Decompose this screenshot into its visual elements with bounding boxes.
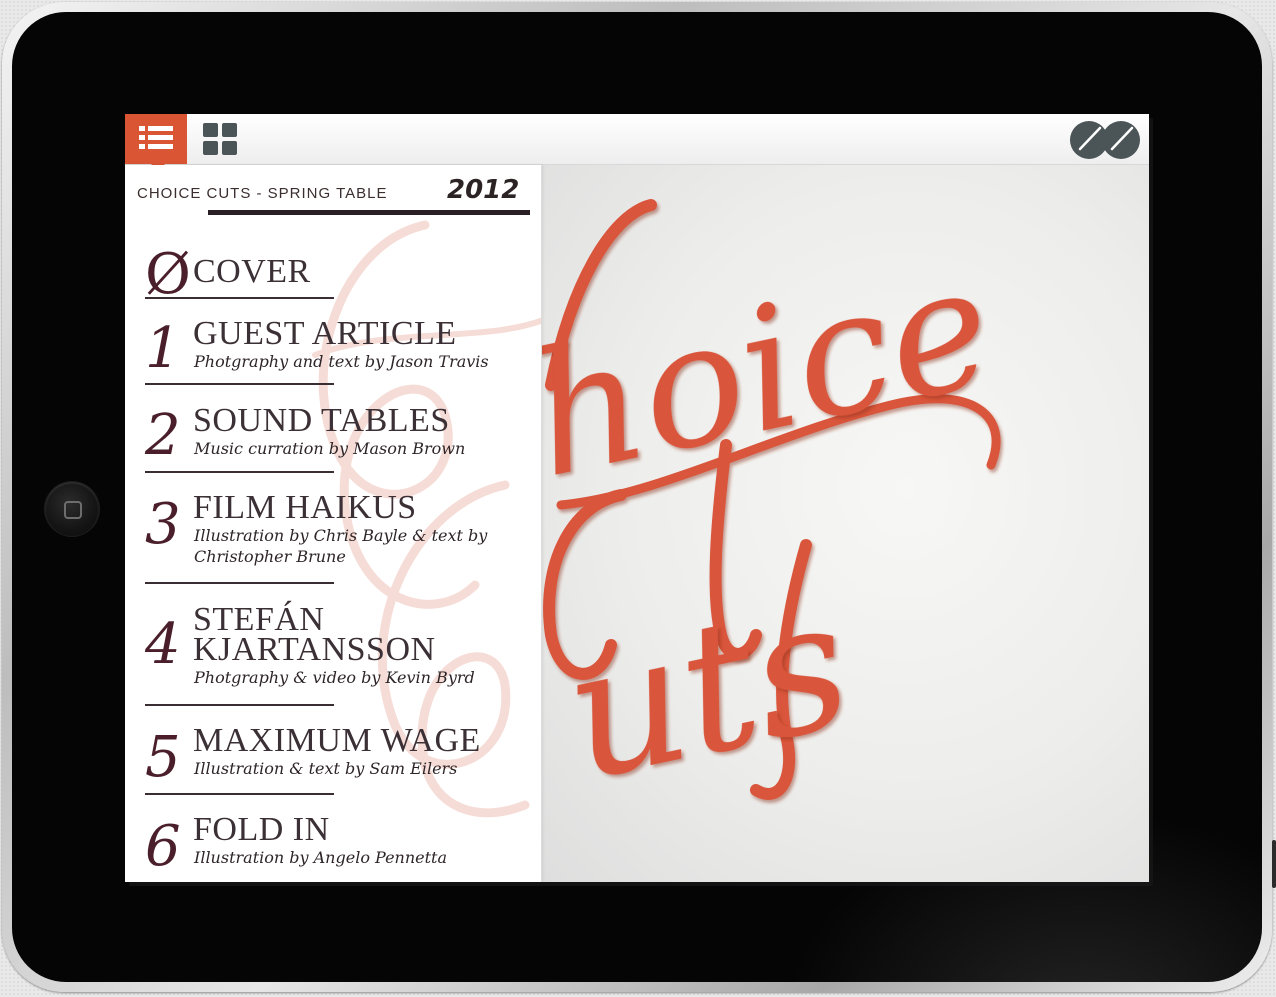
toc-subtitle: Photgraphy and text by Jason Travis xyxy=(194,352,489,371)
issue-title: CHOICE CUTS - SPRING TABLE xyxy=(137,185,388,202)
toc-subtitle: Illustration & text by Sam Eilers xyxy=(194,759,458,778)
toc-divider xyxy=(145,793,334,795)
toc-divider xyxy=(145,471,334,473)
toc-subtitle: Illustration by Angelo Pennetta xyxy=(194,848,448,867)
toc-title: SOUND TABLES xyxy=(193,402,450,439)
toc-number: 5 xyxy=(145,725,181,790)
toc-subtitle: Photgraphy & video by Kevin Byrd xyxy=(194,668,475,687)
toc-number: Ø xyxy=(145,242,191,307)
toc-number: 2 xyxy=(145,403,181,468)
toc-title: COVER xyxy=(193,253,311,290)
toc-title: KJARTANSSON xyxy=(193,631,436,668)
toc-number: 3 xyxy=(145,492,181,557)
toc-divider xyxy=(145,297,334,299)
table-of-contents: CHOICE CUTS - SPRING TABLE 2012 Ø COVER … xyxy=(125,165,542,882)
toc-title: GUEST ARTICLE xyxy=(193,315,457,352)
logo-icon xyxy=(1070,121,1140,159)
home-button[interactable] xyxy=(45,482,99,536)
toc-title: MAXIMUM WAGE xyxy=(193,722,481,759)
home-square-icon xyxy=(64,501,82,519)
side-switch xyxy=(1272,840,1276,888)
cover-script-art: hoice uts xyxy=(541,199,1008,822)
list-view-button[interactable] xyxy=(125,114,187,171)
toc-divider xyxy=(145,383,334,385)
app-screen: CHOICE CUTS - SPRING TABLE 2012 Ø COVER … xyxy=(125,114,1149,882)
cover-script-line1: hoice xyxy=(541,227,1008,517)
toc-title: FILM HAIKUS xyxy=(193,489,417,526)
issue-year: 2012 xyxy=(447,175,520,205)
grid-view-button[interactable] xyxy=(203,123,237,157)
cover-script-line2: uts xyxy=(549,559,867,822)
toc-divider xyxy=(145,582,334,584)
toc-title: FOLD IN xyxy=(193,811,330,848)
logo-button[interactable] xyxy=(1069,120,1141,160)
toc-number: 4 xyxy=(145,612,181,677)
toc-number: 1 xyxy=(145,316,181,381)
toc-subtitle: Christopher Brune xyxy=(194,547,346,566)
toc-divider xyxy=(145,704,334,706)
toc-subtitle: Music curration by Mason Brown xyxy=(194,439,466,458)
toc-subtitle: Illustration by Chris Bayle & text by xyxy=(194,526,488,545)
cover-artwork[interactable]: hoice uts xyxy=(541,165,1149,882)
header-rule xyxy=(208,210,530,215)
top-toolbar xyxy=(125,114,1149,171)
toc-number: 6 xyxy=(145,814,181,879)
